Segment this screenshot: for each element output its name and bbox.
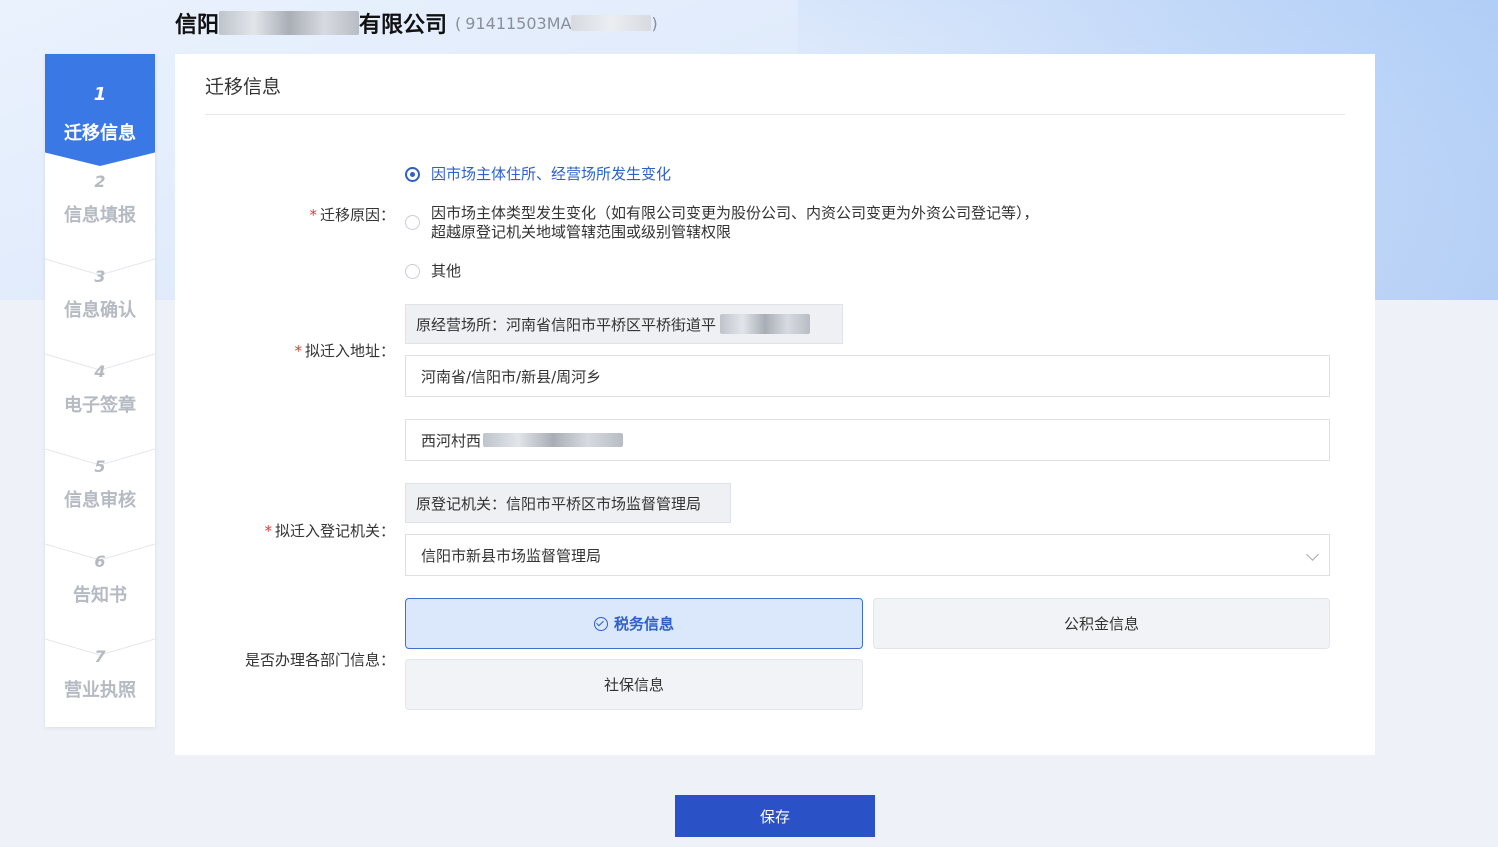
redacted-credit-code [571, 15, 652, 31]
reason-option-other[interactable]: 其他 [405, 262, 461, 281]
reason-label: * 迁移原因： [309, 206, 395, 224]
card-title: 迁移信息 [205, 76, 282, 98]
migration-form-card: 迁移信息 * 迁移原因： 因市场主体住所、经营场所发生变化 因市场主体类型发生变化… [175, 54, 1375, 755]
step-7: 7 营业执照 [64, 647, 136, 701]
check-circle-icon [593, 616, 608, 631]
address-detail-input[interactable]: 西河村西 [405, 419, 1330, 461]
authority-select[interactable]: 信阳市新县市场监督管理局 [405, 534, 1330, 576]
step-6: 6 告知书 [45, 552, 155, 656]
step-4: 4 电子签章 [45, 362, 155, 466]
radio-button-checked[interactable] [405, 167, 420, 182]
original-authority-tag: 原登记机关：信阳市平桥区市场监督管理局 [405, 483, 731, 523]
reason-option-type[interactable]: 因市场主体类型发生变化（如有限公司变更为股份公司、内资公司变更为外资公司登记等）… [405, 204, 1039, 242]
progress-stepper: 1 迁移信息 2 信息填报 3 信息确认 4 电子签章 5 信息审核 6 告知书… [45, 54, 155, 727]
company-name-end: 有限公司 [359, 13, 448, 38]
required-mark: * [309, 206, 317, 224]
departments-label: 是否办理各部门信息： [244, 651, 395, 669]
radio-button[interactable] [405, 264, 420, 279]
authority-label: * 拟迁入登记机关： [264, 522, 395, 540]
step-5: 5 信息审核 [45, 457, 155, 561]
company-name-start: 信阳 [175, 13, 220, 38]
required-mark: * [294, 342, 302, 360]
reason-option-address[interactable]: 因市场主体住所、经营场所发生变化 [405, 165, 671, 184]
step-2: 2 信息填报 [45, 172, 155, 276]
redacted-address [720, 314, 811, 334]
chevron-down-icon [1306, 548, 1319, 561]
step-3: 3 信息确认 [45, 267, 155, 371]
original-address-tag: 原经营场所：河南省信阳市平桥区平桥街道平 [405, 304, 843, 344]
credit-code: ( 91411503MA ) [455, 13, 658, 33]
company-header: 信阳 有限公司 ( 91411503MA ) [175, 6, 658, 40]
title-divider [205, 114, 1345, 115]
required-mark: * [264, 522, 272, 540]
tax-info-button[interactable]: 税务信息 [405, 598, 863, 649]
redacted-company-name [219, 11, 360, 35]
redacted-address-detail [483, 433, 624, 447]
address-label: * 拟迁入地址： [294, 342, 395, 360]
save-button[interactable]: 保存 [675, 795, 875, 837]
radio-button[interactable] [405, 215, 420, 230]
social-security-info-button[interactable]: 社保信息 [405, 659, 863, 710]
housing-fund-info-button[interactable]: 公积金信息 [873, 598, 1330, 649]
region-input[interactable]: 河南省/信阳市/新县/周河乡 [405, 355, 1330, 397]
step-1: 1 迁移信息 [45, 54, 155, 166]
